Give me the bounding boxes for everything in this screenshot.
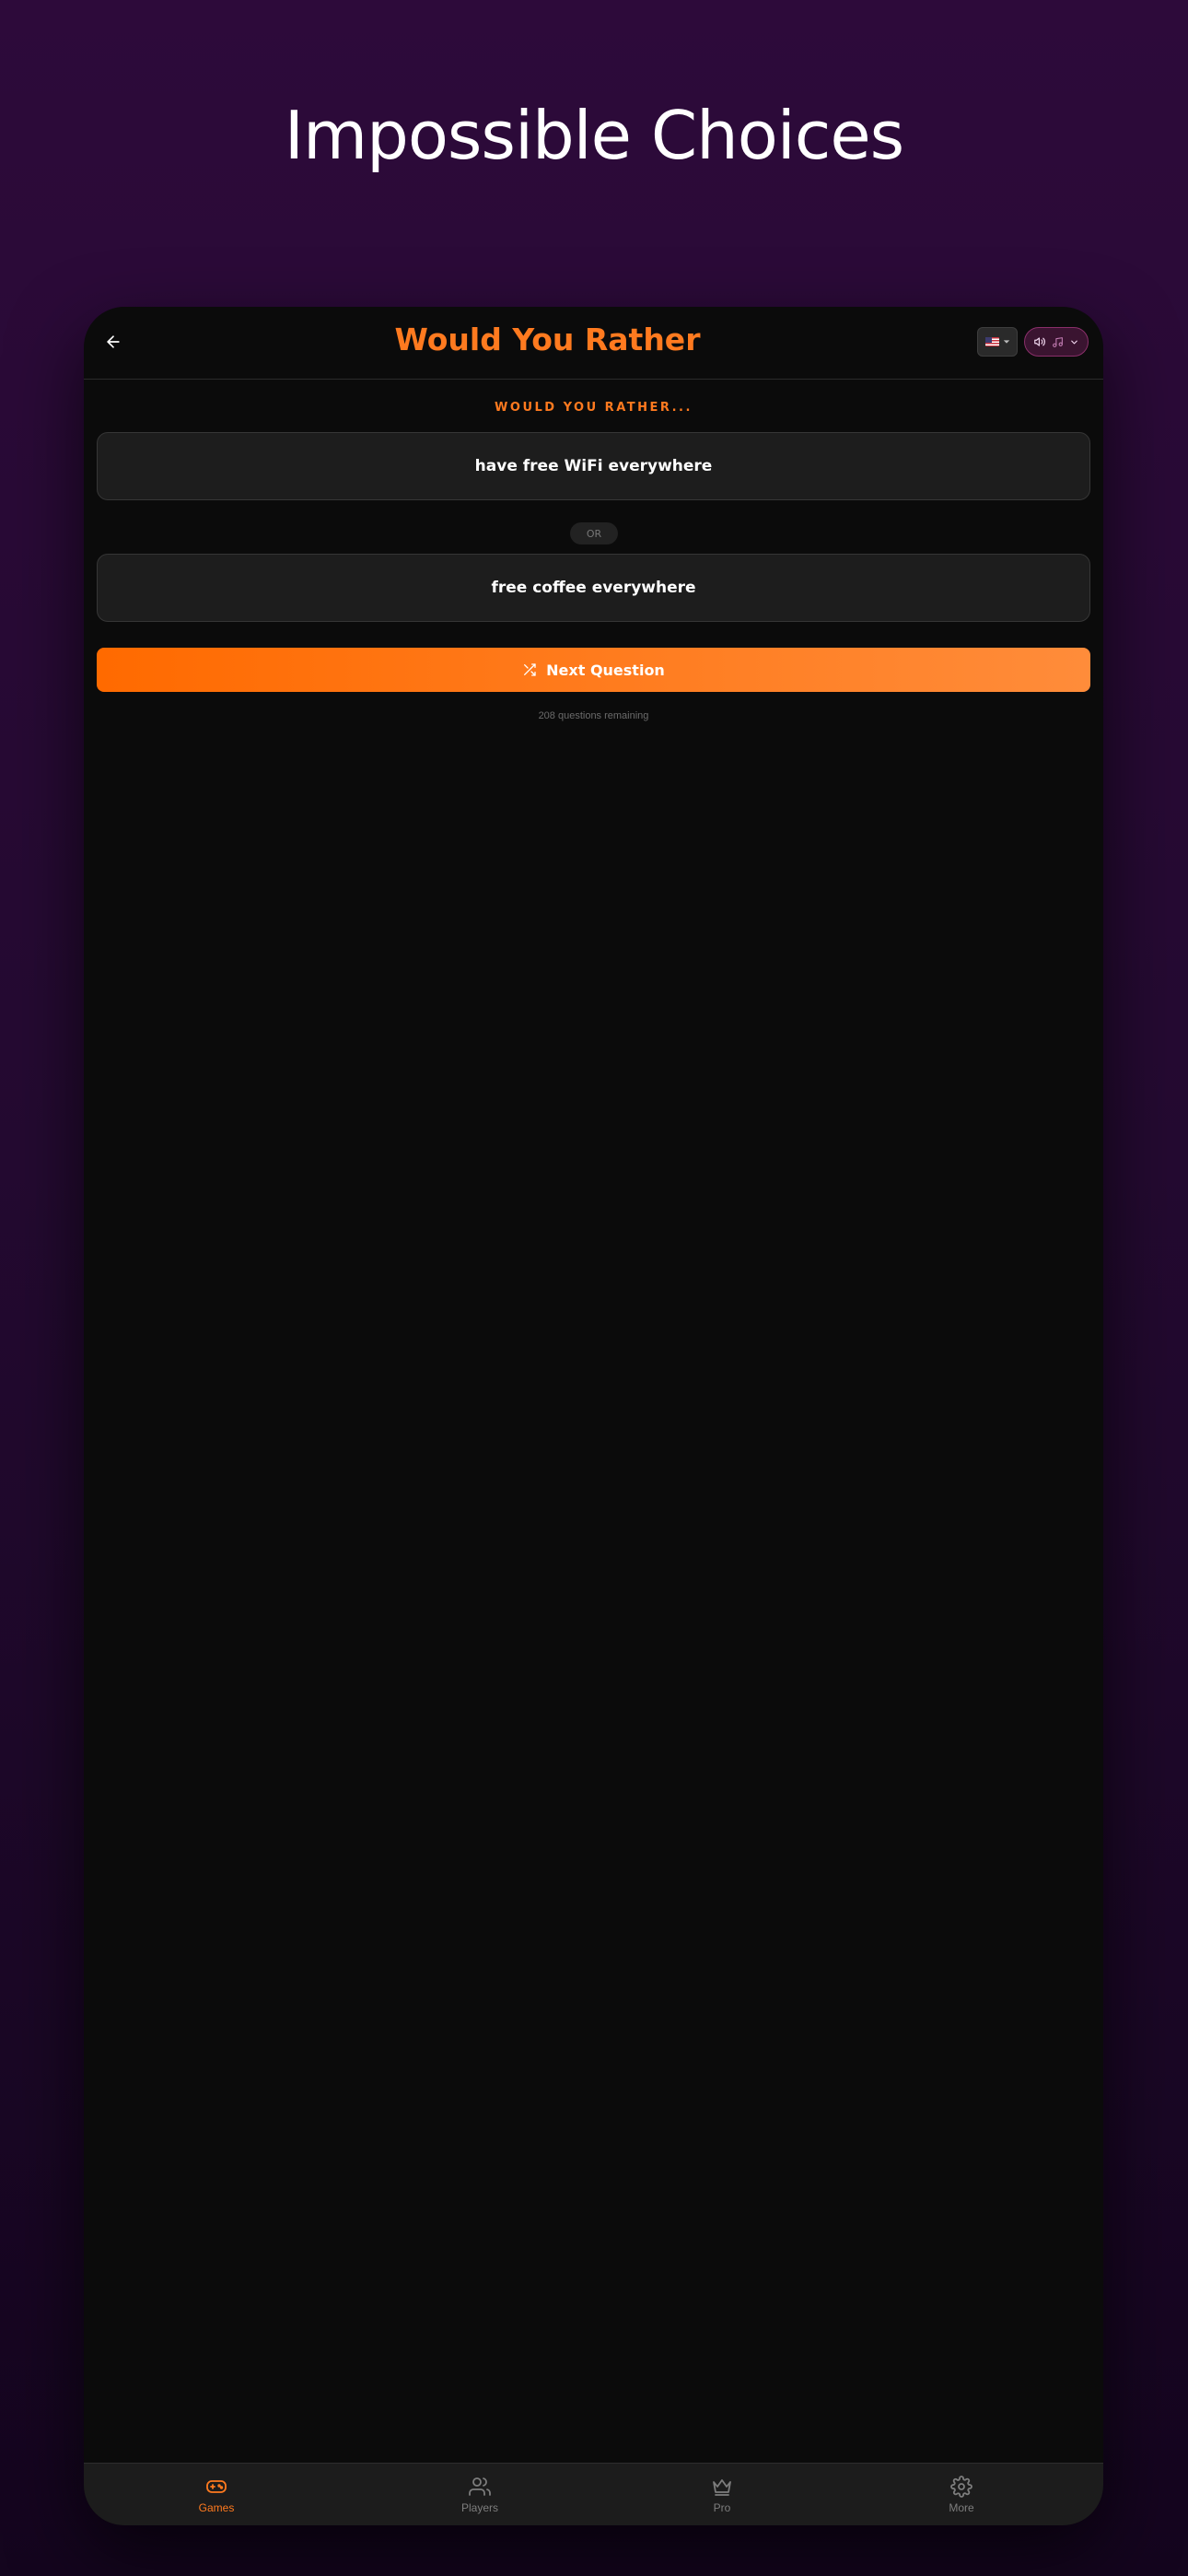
question-prompt: WOULD YOU RATHER... <box>495 401 693 415</box>
bottom-nav: Games Players Pro More <box>84 2463 1103 2525</box>
next-question-label: Next Question <box>546 661 665 679</box>
gear-icon <box>950 2476 973 2498</box>
or-label: OR <box>586 527 602 540</box>
next-question-button[interactable]: Next Question <box>97 648 1090 692</box>
device-frame: Would You Rather WOULD YOU RATHER... hav… <box>84 307 1103 2525</box>
option-a-card[interactable]: have free WiFi everywhere <box>97 432 1090 500</box>
option-b-card[interactable]: free coffee everywhere <box>97 554 1090 622</box>
nav-item-players[interactable]: Players <box>425 2464 535 2525</box>
music-note-icon <box>1053 336 1063 347</box>
language-selector[interactable] <box>977 327 1018 357</box>
top-bar: Would You Rather <box>84 307 1103 380</box>
audio-settings-button[interactable] <box>1024 327 1089 357</box>
speaker-icon <box>1034 337 1045 346</box>
questions-remaining: 208 questions remaining <box>538 710 649 721</box>
gamepad-icon <box>206 2480 227 2493</box>
chevron-down-icon <box>1071 340 1077 344</box>
us-flag-icon <box>984 337 999 346</box>
option-b-text: free coffee everywhere <box>491 579 696 597</box>
caret-down-icon <box>1003 340 1009 344</box>
users-icon <box>469 2477 491 2496</box>
nav-item-more[interactable]: More <box>906 2464 1017 2525</box>
headline: Impossible Choices <box>284 97 904 174</box>
shuffle-icon <box>524 663 536 676</box>
page-title: Would You Rather <box>394 322 701 357</box>
option-a-text: have free WiFi everywhere <box>474 457 713 475</box>
nav-label-pro: Pro <box>713 2501 731 2514</box>
or-divider: OR <box>570 522 618 544</box>
nav-label-games: Games <box>198 2501 235 2514</box>
nav-item-games[interactable]: Games <box>161 2464 272 2525</box>
nav-item-pro[interactable]: Pro <box>667 2464 777 2525</box>
nav-label-more: More <box>949 2501 974 2514</box>
crown-icon <box>713 2479 731 2496</box>
nav-label-players: Players <box>460 2501 498 2514</box>
